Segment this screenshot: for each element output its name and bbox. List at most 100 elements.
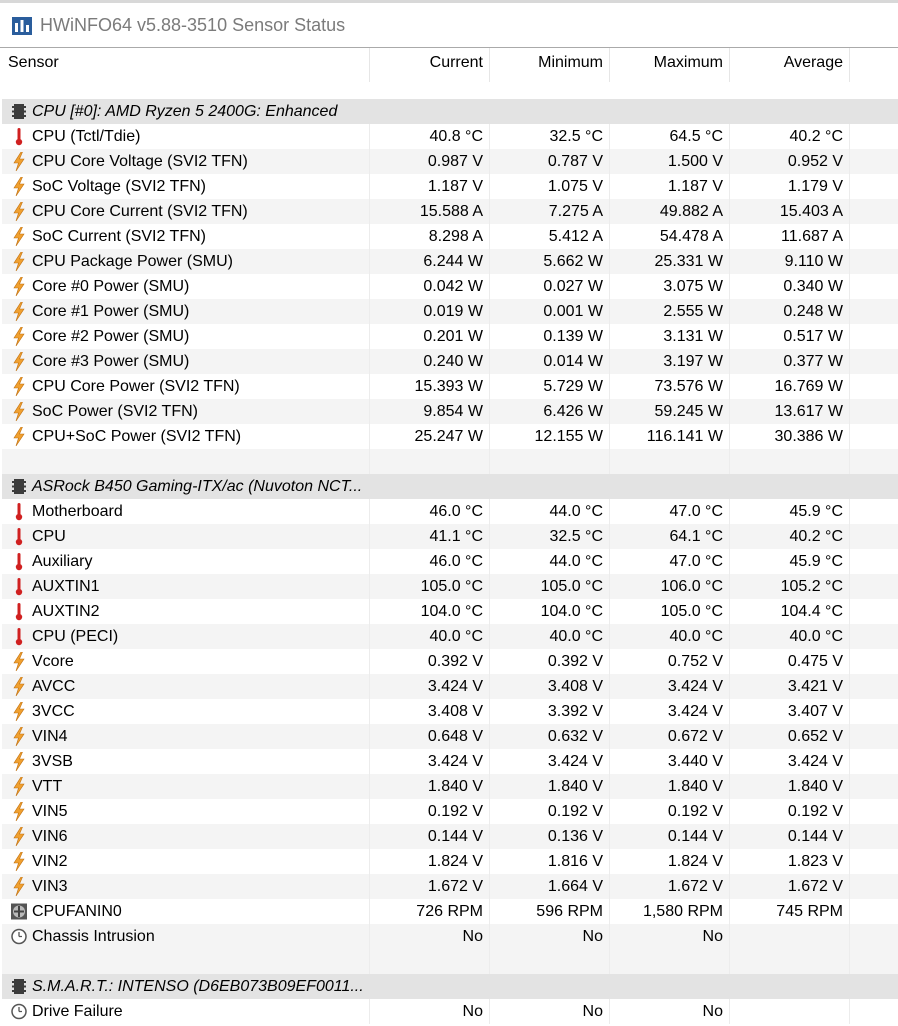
maximum-value [610,974,730,999]
current-value: 0.192 V [370,799,490,824]
minimum-value: 7.275 A [490,199,610,224]
sensor-row[interactable]: VIN5 0.192 V 0.192 V 0.192 V 0.192 V [2,799,898,824]
average-value: 0.377 W [730,349,850,374]
sensor-row[interactable]: Core #1 Power (SMU) 0.019 W 0.001 W 2.555 W… [2,299,898,324]
column-header-minimum[interactable]: Minimum [490,48,610,82]
sensor-name: VIN6 [2,824,370,849]
minimum-value [490,949,610,974]
maximum-value: No [610,999,730,1024]
sensor-row[interactable]: Core #0 Power (SMU) 0.042 W 0.027 W 3.075 W… [2,274,898,299]
sensor-row[interactable]: CPUFANIN0 726 RPM 596 RPM 1,580 RPM 745 RPM [2,899,898,924]
sensor-name: VIN3 [2,874,370,899]
minimum-value [490,449,610,474]
minimum-value: 0.392 V [490,649,610,674]
average-value: 16.769 W [730,374,850,399]
sensor-row[interactable]: VIN4 0.648 V 0.632 V 0.672 V 0.652 V [2,724,898,749]
sensor-row[interactable]: SoC Voltage (SVI2 TFN) 1.187 V 1.075 V 1.18… [2,174,898,199]
sensor-group-row[interactable]: CPU [#0]: AMD Ryzen 5 2400G: Enhanced [2,99,898,124]
sensor-row[interactable]: Motherboard 46.0 °C 44.0 °C 47.0 °C 45.9 °C [2,499,898,524]
maximum-value: 3.424 V [610,674,730,699]
sensor-row[interactable]: SoC Current (SVI2 TFN) 8.298 A 5.412 A 54.4… [2,224,898,249]
sensor-row[interactable]: 3VCC 3.408 V 3.392 V 3.424 V 3.407 V [2,699,898,724]
minimum-value: No [490,999,610,1024]
sensor-row[interactable]: CPU (PECI) 40.0 °C 40.0 °C 40.0 °C 40.0 °C [2,624,898,649]
minimum-value: 5.412 A [490,224,610,249]
minimum-value: 105.0 °C [490,574,610,599]
average-value: 45.9 °C [730,549,850,574]
sensor-group-row[interactable]: ASRock B450 Gaming-ITX/ac (Nuvoton NCT..… [2,474,898,499]
column-header-current[interactable]: Current [370,48,490,82]
sensor-name: CPU+SoC Power (SVI2 TFN) [2,424,370,449]
sensor-name: Core #2 Power (SMU) [2,324,370,349]
spacer-row [2,449,898,474]
average-value: 105.2 °C [730,574,850,599]
sensor-row[interactable]: AUXTIN1 105.0 °C 105.0 °C 106.0 °C 105.2 °C [2,574,898,599]
average-value: 0.248 W [730,299,850,324]
sensor-row[interactable]: AVCC 3.424 V 3.408 V 3.424 V 3.421 V [2,674,898,699]
sensor-row[interactable]: VTT 1.840 V 1.840 V 1.840 V 1.840 V [2,774,898,799]
sensor-row[interactable]: Drive Failure No No No [2,999,898,1024]
current-value: 0.144 V [370,824,490,849]
current-value: 40.0 °C [370,624,490,649]
sensor-name: Vcore [2,649,370,674]
sensor-row[interactable]: VIN6 0.144 V 0.136 V 0.144 V 0.144 V [2,824,898,849]
maximum-value: 3.075 W [610,274,730,299]
minimum-value: 1.840 V [490,774,610,799]
sensor-row[interactable]: Chassis Intrusion No No No [2,924,898,949]
average-value [730,924,850,949]
current-value: 1.840 V [370,774,490,799]
maximum-value: 0.192 V [610,799,730,824]
sensor-row[interactable]: CPU Core Current (SVI2 TFN) 15.588 A 7.275… [2,199,898,224]
sensor-row[interactable]: Core #3 Power (SMU) 0.240 W 0.014 W 3.197 W… [2,349,898,374]
current-value: 46.0 °C [370,499,490,524]
sensor-row[interactable]: Vcore 0.392 V 0.392 V 0.752 V 0.475 V [2,649,898,674]
sensor-row[interactable]: Auxiliary 46.0 °C 44.0 °C 47.0 °C 45.9 °C [2,549,898,574]
sensor-row[interactable]: VIN3 1.672 V 1.664 V 1.672 V 1.672 V [2,874,898,899]
maximum-value: 47.0 °C [610,549,730,574]
current-value: 1.187 V [370,174,490,199]
minimum-value: 0.001 W [490,299,610,324]
sensor-row[interactable]: VIN2 1.824 V 1.816 V 1.824 V 1.823 V [2,849,898,874]
sensor-name: CPU Core Power (SVI2 TFN) [2,374,370,399]
sensor-group-row[interactable]: S.M.A.R.T.: INTENSO (D6EB073B09EF0011... [2,974,898,999]
sensor-row[interactable]: AUXTIN2 104.0 °C 104.0 °C 105.0 °C 104.4 °C [2,599,898,624]
sensor-row[interactable]: Core #2 Power (SMU) 0.201 W 0.139 W 3.131 W… [2,324,898,349]
sensor-row[interactable]: CPU (Tctl/Tdie) 40.8 °C 32.5 °C 64.5 °C 40.2… [2,124,898,149]
average-value: 0.340 W [730,274,850,299]
sensor-name: Drive Failure [2,999,370,1024]
sensor-name: CPU (PECI) [2,624,370,649]
minimum-value: 44.0 °C [490,549,610,574]
maximum-value: 1.840 V [610,774,730,799]
sensor-row[interactable]: CPU Core Power (SVI2 TFN) 15.393 W 5.729 W… [2,374,898,399]
maximum-value: 3.440 V [610,749,730,774]
sensor-row[interactable]: 3VSB 3.424 V 3.424 V 3.440 V 3.424 V [2,749,898,774]
sensor-name: SoC Power (SVI2 TFN) [2,399,370,424]
sensor-row[interactable]: SoC Power (SVI2 TFN) 9.854 W 6.426 W 59.245… [2,399,898,424]
sensor-list[interactable]: CPU [#0]: AMD Ryzen 5 2400G: Enhanced CPU… [2,99,898,1024]
column-header-maximum[interactable]: Maximum [610,48,730,82]
sensor-row[interactable]: CPU+SoC Power (SVI2 TFN) 25.247 W 12.155 W… [2,424,898,449]
average-value: 11.687 A [730,224,850,249]
title-bar[interactable]: HWiNFO64 v5.88-3510 Sensor Status [0,3,898,47]
sensor-name: 3VSB [2,749,370,774]
sensor-row[interactable]: CPU Package Power (SMU) 6.244 W 5.662 W 25.… [2,249,898,274]
sensor-window: Sensor Current Minimum Maximum Average C… [0,47,898,1024]
maximum-value: 3.424 V [610,699,730,724]
average-value: 3.407 V [730,699,850,724]
column-header-sensor[interactable]: Sensor [2,48,370,82]
current-value [370,949,490,974]
current-value [370,99,490,124]
minimum-value: 0.192 V [490,799,610,824]
sensor-row[interactable]: CPU 41.1 °C 32.5 °C 64.1 °C 40.2 °C [2,524,898,549]
sensor-row[interactable]: CPU Core Voltage (SVI2 TFN) 0.987 V 0.787 … [2,149,898,174]
current-value: 3.408 V [370,699,490,724]
current-value: 40.8 °C [370,124,490,149]
column-header-average[interactable]: Average [730,48,850,82]
maximum-value: 116.141 W [610,424,730,449]
minimum-value: 44.0 °C [490,499,610,524]
current-value: No [370,999,490,1024]
current-value: 8.298 A [370,224,490,249]
current-value: 0.019 W [370,299,490,324]
window-title: HWiNFO64 v5.88-3510 Sensor Status [40,15,346,35]
current-value: 6.244 W [370,249,490,274]
